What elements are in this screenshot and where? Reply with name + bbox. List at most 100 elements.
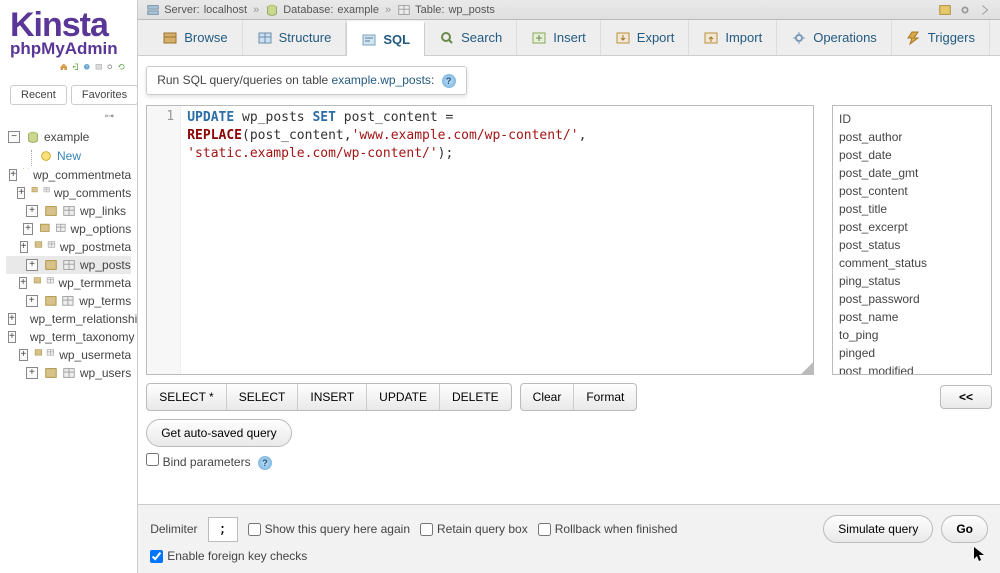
column-item[interactable]: post_content [839,182,985,200]
bind-params-label[interactable]: Bind parameters ? [146,453,272,470]
tree-table-row[interactable]: +wp_postmeta [6,238,131,256]
tree-table-row[interactable]: +wp_users [6,364,131,382]
expand-icon[interactable]: + [19,277,27,289]
nav-tab-triggers[interactable]: Triggers [892,20,990,55]
help-icon[interactable]: ? [258,456,272,470]
column-list[interactable]: IDpost_authorpost_datepost_date_gmtpost_… [832,105,992,375]
column-item[interactable]: post_status [839,236,985,254]
sql-code[interactable]: UPDATE wp_posts SET post_content = REPLA… [181,106,813,374]
column-item[interactable]: to_ping [839,326,985,344]
chevron-icon[interactable] [978,3,992,17]
nav-tab-operations[interactable]: Operations [777,20,892,55]
tree-table-row[interactable]: +wp_termmeta [6,274,131,292]
expand-icon[interactable]: + [17,187,25,199]
browse-icon[interactable] [44,204,58,218]
expand-icon[interactable]: + [26,367,38,379]
expand-icon[interactable]: + [19,349,27,361]
bc-table-value[interactable]: wp_posts [448,4,494,16]
expand-icon[interactable]: + [20,241,28,253]
query-header-link[interactable]: example.wp_posts [332,73,431,87]
expand-icon[interactable]: + [26,295,38,307]
tree-table-row[interactable]: +wp_comments [6,184,131,202]
expand-icon[interactable]: + [8,313,16,325]
tree-new-row[interactable]: New [6,146,131,166]
tree-table-row[interactable]: +wp_usermeta [6,346,131,364]
expand-icon[interactable]: + [26,259,38,271]
nav-tab-browse[interactable]: Browse [148,20,242,55]
gear-icon[interactable] [958,3,972,17]
tree-table-row[interactable]: +wp_commentmeta [6,166,131,184]
browse-icon[interactable] [31,186,38,200]
show-again-checkbox[interactable] [248,523,261,536]
expand-icon[interactable]: + [9,169,17,181]
show-again-label[interactable]: Show this query here again [248,522,410,536]
sql-icon[interactable] [95,63,103,77]
bind-params-checkbox[interactable] [146,453,159,466]
settings-icon[interactable] [106,63,114,77]
tree-table-row[interactable]: +wp_posts [6,256,131,274]
select-button[interactable]: SELECT [227,384,299,410]
go-button[interactable]: Go [941,515,988,543]
tree-table-row[interactable]: +wp_links [6,202,131,220]
column-item[interactable]: post_modified [839,362,985,375]
sql-editor[interactable]: 1 UPDATE wp_posts SET post_content = REP… [146,105,814,375]
column-item[interactable]: post_name [839,308,985,326]
tree-table-row[interactable]: +wp_term_taxonomy [6,328,131,346]
fk-checks-label[interactable]: Enable foreign key checks [150,549,307,563]
column-item[interactable]: post_author [839,128,985,146]
column-item[interactable]: post_password [839,290,985,308]
expand-icon[interactable]: + [26,205,38,217]
rollback-label[interactable]: Rollback when finished [538,522,678,536]
select-button[interactable]: SELECT * [147,384,226,410]
browse-icon[interactable] [44,294,58,308]
tree-db-row[interactable]: − example [6,128,131,146]
column-item[interactable]: post_date [839,146,985,164]
clear-button[interactable]: Clear [521,384,575,410]
browse-icon[interactable] [44,366,58,380]
delimiter-input[interactable] [208,517,238,542]
browse-icon[interactable] [33,276,42,290]
column-item[interactable]: ping_status [839,272,985,290]
column-item[interactable]: pinged [839,344,985,362]
browse-icon[interactable] [23,168,24,182]
docs-icon[interactable]: ? [83,63,91,77]
bc-server-value[interactable]: localhost [204,4,247,16]
browse-icon[interactable] [44,258,58,272]
nav-tab-sql[interactable]: SQL [346,21,425,56]
update-button[interactable]: UPDATE [367,384,440,410]
nav-tab-search[interactable]: Search [425,20,517,55]
favorites-tab[interactable]: Favorites [71,85,138,105]
nav-tab-insert[interactable]: Insert [517,20,601,55]
logout-icon[interactable] [72,63,80,77]
retain-checkbox[interactable] [420,523,433,536]
nav-tab-structure[interactable]: Structure [243,20,347,55]
retain-label[interactable]: Retain query box [420,522,528,536]
browse-icon[interactable] [39,222,51,236]
column-item[interactable]: comment_status [839,254,985,272]
column-item[interactable]: post_title [839,200,985,218]
tree-table-row[interactable]: +wp_terms [6,292,131,310]
get-autosaved-button[interactable]: Get auto-saved query [146,419,291,447]
window-icon[interactable] [938,3,952,17]
home-icon[interactable] [60,63,68,77]
expand-icon[interactable]: + [8,331,16,343]
bc-db-value[interactable]: example [337,4,379,16]
resize-handle[interactable] [801,362,813,374]
fk-checks-checkbox[interactable] [150,550,163,563]
tree-table-row[interactable]: +wp_term_relationships [6,310,131,328]
simulate-button[interactable]: Simulate query [823,515,933,543]
collapse-icon[interactable]: − [8,131,20,143]
browse-icon[interactable] [34,348,43,362]
recent-tab[interactable]: Recent [10,85,67,105]
nav-tab-export[interactable]: Export [601,20,690,55]
format-button[interactable]: Format [574,384,636,410]
expand-icon[interactable]: + [23,223,33,235]
tree-table-row[interactable]: +wp_options [6,220,131,238]
help-icon[interactable]: ? [442,74,456,88]
hide-columns-button[interactable]: << [940,385,992,409]
panel-snap-toggle[interactable]: ⊶ [0,111,137,128]
insert-button[interactable]: INSERT [298,384,367,410]
column-item[interactable]: ID [839,110,985,128]
delete-button[interactable]: DELETE [440,384,511,410]
rollback-checkbox[interactable] [538,523,551,536]
